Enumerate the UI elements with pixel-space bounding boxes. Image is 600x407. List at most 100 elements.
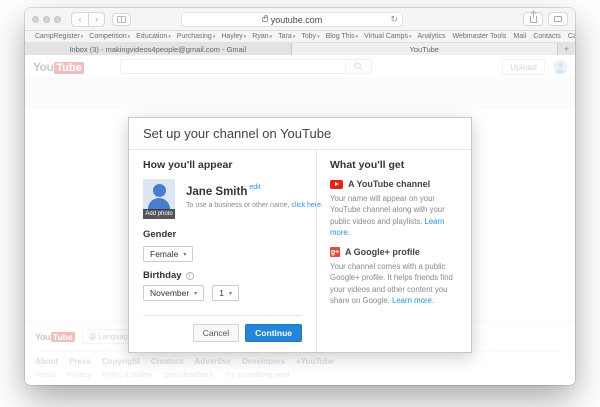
lock-icon xyxy=(261,15,269,22)
bookmark-item[interactable]: Contacts xyxy=(533,33,562,40)
profile-row: Add photo Jane Smith edit To use a busine… xyxy=(143,179,323,219)
tab-bar: Inbox (3) - makingvideos4people@gmail.co… xyxy=(25,43,575,55)
bookmark-item[interactable]: Mail xyxy=(513,33,527,40)
back-button[interactable]: ‹ xyxy=(72,13,88,26)
minimize-window-button[interactable] xyxy=(43,15,50,23)
zoom-window-button[interactable] xyxy=(54,15,61,23)
page-viewport: You Tube Upload You Tube xyxy=(25,55,575,385)
bookmark-label: Mail xyxy=(513,33,527,40)
gender-label-text: Gender xyxy=(143,229,177,240)
google-plus-icon: g+ xyxy=(330,247,340,258)
continue-button[interactable]: Continue xyxy=(245,324,302,342)
bookmark-item[interactable]: Blog This ▾ xyxy=(326,33,359,40)
perk-title-row: g+ A Google+ profile xyxy=(330,247,458,258)
share-icon xyxy=(529,11,537,23)
bookmarks-bar: CampRegister ▾ Competition ▾ Education ▾… xyxy=(25,31,575,43)
bookmark-item[interactable]: Virtual Camps ▾ xyxy=(364,33,411,40)
bookmark-label: Virtual Camps xyxy=(364,33,408,40)
browser-toolbar: ‹ › youtube.com ↻ xyxy=(25,8,575,31)
section-heading: What you'll get xyxy=(330,159,405,171)
bookmark-label: CampRegister xyxy=(35,33,80,40)
bookmark-label: Toby xyxy=(301,33,317,40)
perk-youtube-channel: A YouTube channel Your name will appear … xyxy=(330,179,458,238)
birthday-label-text: Birthday xyxy=(143,270,182,281)
birthday-label: Birthday i xyxy=(143,270,302,281)
bookmark-label: Education xyxy=(136,33,168,40)
bookmark-item[interactable]: Education ▾ xyxy=(136,33,171,40)
window-controls xyxy=(32,15,61,23)
chevron-down-icon: ▾ xyxy=(409,33,412,40)
channel-setup-dialog: Set up your channel on YouTube How you'l… xyxy=(128,117,472,353)
chevron-down-icon: ▾ xyxy=(243,33,247,40)
chevron-down-icon: ▾ xyxy=(183,251,187,258)
tab-youtube[interactable]: YouTube xyxy=(291,43,558,55)
bookmark-item[interactable]: Ryan ▾ xyxy=(252,33,272,40)
bookmark-label: Blog This xyxy=(325,33,355,40)
forward-button[interactable]: › xyxy=(88,12,104,26)
bookmark-item[interactable]: Toby ▾ xyxy=(301,33,319,40)
name-block: Jane Smith edit To use a business or othe… xyxy=(186,179,323,219)
address-bar[interactable]: youtube.com ↻ xyxy=(181,12,403,27)
safari-window: ‹ › youtube.com ↻ CampRegister ▾ Competi… xyxy=(25,8,575,385)
gender-label: Gender xyxy=(143,229,302,240)
bookmark-item[interactable]: CampRegister ▾ xyxy=(35,33,83,40)
forward-icon: › xyxy=(95,14,98,24)
bookmark-label: Ryan xyxy=(252,33,269,40)
learn-more-link[interactable]: Learn more. xyxy=(392,296,434,305)
birth-month-value: November xyxy=(150,288,190,298)
bookmark-label: Purchasing xyxy=(176,33,212,40)
dialog-actions: Cancel Continue xyxy=(143,315,302,342)
gender-value: Female xyxy=(150,249,179,259)
perk-google-plus: g+ A Google+ profile Your channel comes … xyxy=(330,247,458,306)
bookmark-item[interactable]: Purchasing ▾ xyxy=(177,33,216,40)
reload-button[interactable]: ↻ xyxy=(390,14,398,25)
how-you-appear-section: How you'll appear Add photo Jane Smith ed… xyxy=(129,150,323,352)
close-window-button[interactable] xyxy=(32,15,39,23)
youtube-play-icon xyxy=(330,179,343,189)
bookmark-label: Tara xyxy=(278,33,292,40)
chevron-down-icon: ▾ xyxy=(317,33,320,40)
perk-title: A Google+ profile xyxy=(345,247,420,258)
chevron-down-icon: ▾ xyxy=(194,290,198,297)
bookmark-label: Analytics xyxy=(417,33,446,40)
bookmark-label: Contacts xyxy=(533,33,561,40)
bookmark-item[interactable]: Competition ▾ xyxy=(89,33,130,40)
chevron-down-icon: ▾ xyxy=(212,33,216,40)
gender-dropdown[interactable]: Female ▾ xyxy=(143,246,194,262)
tab-overview-button[interactable] xyxy=(548,12,568,26)
alt-name-note: To use a business or other name, click h… xyxy=(186,202,323,209)
section-heading: How you'll appear xyxy=(143,159,233,171)
what-you-get-section: What you'll get A YouTube channel Your n… xyxy=(316,150,471,352)
bookmark-label: Webmaster Tools xyxy=(452,33,507,40)
birth-day-dropdown[interactable]: 1 ▾ xyxy=(212,285,239,301)
info-icon[interactable]: i xyxy=(185,271,194,280)
chevron-down-icon: ▾ xyxy=(292,33,296,40)
chevron-down-icon: ▾ xyxy=(228,290,232,297)
channel-name: Jane Smith xyxy=(186,186,248,198)
cancel-button[interactable]: Cancel xyxy=(192,324,240,342)
dialog-body: How you'll appear Add photo Jane Smith ed… xyxy=(129,150,471,352)
birth-month-dropdown[interactable]: November ▾ xyxy=(143,285,205,301)
nav-buttons: ‹ › xyxy=(71,11,105,27)
bookmark-item[interactable]: Analytics xyxy=(418,33,447,40)
chevron-down-icon: ▾ xyxy=(355,33,359,40)
tab-gmail[interactable]: Inbox (3) - makingvideos4people@gmail.co… xyxy=(25,43,292,55)
sidebar-icon xyxy=(117,15,126,23)
profile-photo-placeholder[interactable]: Add photo xyxy=(143,179,175,219)
alt-name-text: To use a business or other name, xyxy=(186,202,290,209)
toolbar-right-buttons xyxy=(523,11,568,26)
birthday-row: November ▾ 1 ▾ xyxy=(143,285,302,301)
new-tab-button[interactable]: + xyxy=(558,43,575,55)
bookmark-item[interactable]: Calendar xyxy=(568,33,575,40)
add-photo-button[interactable]: Add photo xyxy=(143,209,175,219)
edit-name-link[interactable]: edit xyxy=(249,184,260,191)
perk-description: Your channel comes with a public Google+… xyxy=(330,261,458,306)
chevron-down-icon: ▾ xyxy=(168,33,171,40)
bookmark-item[interactable]: Webmaster Tools xyxy=(453,33,508,40)
bookmark-item[interactable]: Hayley ▾ xyxy=(221,33,246,40)
sidebar-toggle-button[interactable] xyxy=(112,12,131,26)
chevron-down-icon: ▾ xyxy=(269,33,273,40)
bookmark-item[interactable]: Tara ▾ xyxy=(278,33,295,40)
chevron-down-icon: ▾ xyxy=(80,33,84,40)
share-button[interactable] xyxy=(523,11,543,26)
